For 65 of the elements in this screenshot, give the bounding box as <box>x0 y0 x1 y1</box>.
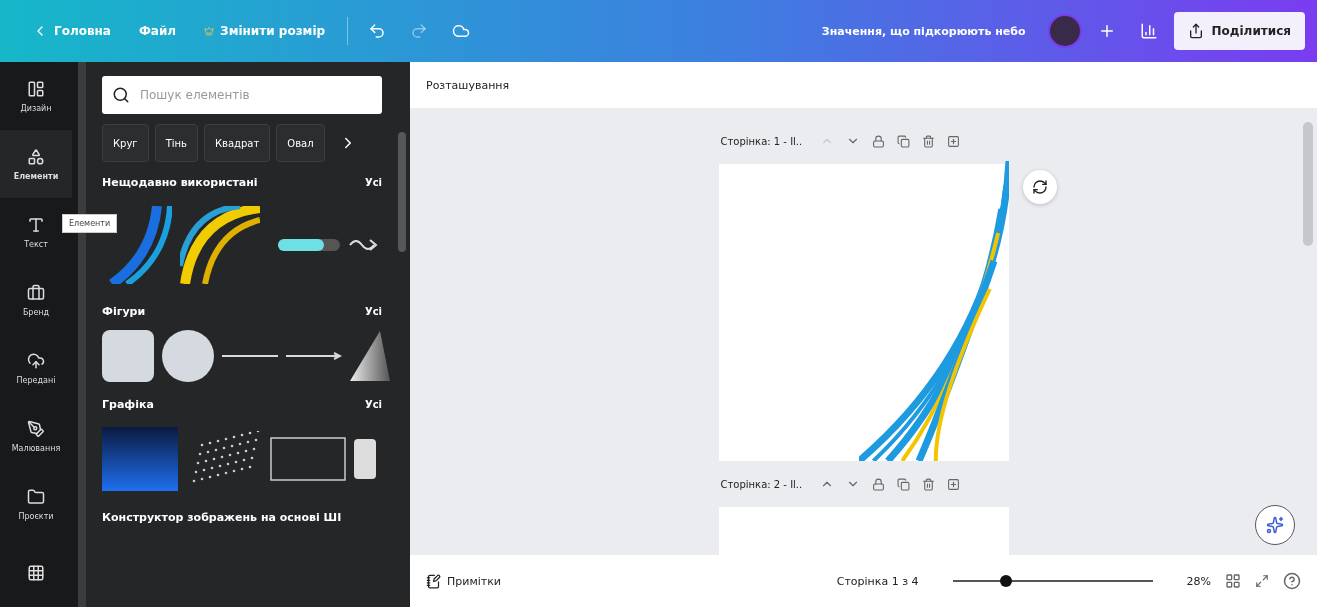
sidebar-item[interactable]: Бренд <box>0 266 72 335</box>
notes-icon <box>426 573 441 589</box>
rounded-square-shape[interactable] <box>102 330 154 382</box>
page-counter[interactable]: Сторінка 1 з 4 <box>836 574 919 588</box>
design-icon <box>27 79 45 98</box>
text-icon <box>27 215 45 234</box>
notes-button[interactable]: Примітки <box>426 573 501 589</box>
sidebar-item[interactable]: Дизайн <box>0 62 72 131</box>
sidebar-item[interactable]: Передані <box>0 334 72 403</box>
gradient-graphic[interactable] <box>102 427 178 491</box>
progress-bar-thumbnail[interactable] <box>278 239 340 251</box>
zoom-reading: 28% <box>1186 574 1211 588</box>
upload-icon <box>27 352 45 371</box>
apps-icon <box>27 563 45 582</box>
section-title: Конструктор зображень на основі ШІ <box>102 511 342 524</box>
filter-chip[interactable]: Квадрат <box>203 124 271 162</box>
add-page-icon[interactable] <box>947 477 961 491</box>
crown-icon <box>204 26 215 36</box>
frame-graphic[interactable] <box>270 437 346 481</box>
sidebar-item[interactable]: Елементи <box>0 130 72 199</box>
copy-icon[interactable] <box>897 134 911 148</box>
see-all-link[interactable]: Усі <box>364 305 382 318</box>
see-all-link[interactable]: Усі <box>364 176 382 189</box>
filter-chip[interactable]: Овал <box>276 124 325 162</box>
triangle-shape[interactable] <box>350 331 390 381</box>
tooltip: Елементи <box>62 214 118 233</box>
design-title[interactable]: Значення, що підкорюють небо <box>821 24 1026 38</box>
scrollbar[interactable] <box>398 132 406 252</box>
header-title: Розташування <box>426 78 510 92</box>
sparkle-icon[interactable] <box>1255 505 1295 545</box>
expand-icon[interactable] <box>1255 574 1269 588</box>
grid-icon[interactable] <box>1225 573 1241 589</box>
add-page-icon[interactable] <box>947 134 961 148</box>
see-all-link[interactable]: Усі <box>364 398 382 411</box>
stripes-thumbnail[interactable] <box>180 206 260 284</box>
draw-icon <box>27 420 45 439</box>
copy-icon[interactable] <box>897 477 911 491</box>
line-shape[interactable] <box>222 354 278 358</box>
share-icon <box>1187 23 1204 39</box>
trash-icon[interactable] <box>922 134 936 148</box>
circle-shape[interactable] <box>162 330 214 382</box>
sidebar-item[interactable]: Проєкти <box>0 470 72 539</box>
section-title: Графіка <box>102 398 154 411</box>
scrollbar[interactable] <box>1303 122 1313 246</box>
page-label[interactable]: Сторінка: 1 - Il.. <box>720 135 803 147</box>
search-field[interactable]: Пошук елементів <box>102 76 382 114</box>
page-label[interactable]: Сторінка: 2 - Il.. <box>720 478 803 490</box>
lock-icon[interactable] <box>872 134 886 148</box>
trash-icon[interactable] <box>922 477 936 491</box>
arrow-thumbnail[interactable] <box>348 237 380 253</box>
elements-icon <box>27 147 45 166</box>
help-icon[interactable] <box>1283 572 1301 590</box>
section-title: Фігури <box>102 305 146 318</box>
arrow-line-shape[interactable] <box>286 352 342 360</box>
avatar[interactable] <box>1047 14 1082 48</box>
brand-icon <box>27 283 45 302</box>
filter-chip[interactable]: Тінь <box>154 124 198 162</box>
sidebar-item[interactable]: Малювання <box>0 402 72 471</box>
section-title: Нещодавно використані <box>102 176 258 189</box>
filter-chip[interactable]: Круг <box>102 124 149 162</box>
lock-icon[interactable] <box>872 477 886 491</box>
zoom-thumb[interactable] <box>999 575 1012 587</box>
share-button[interactable]: Поділитися <box>1173 12 1305 50</box>
projects-icon <box>27 488 45 507</box>
refresh-icon[interactable] <box>1022 170 1057 204</box>
